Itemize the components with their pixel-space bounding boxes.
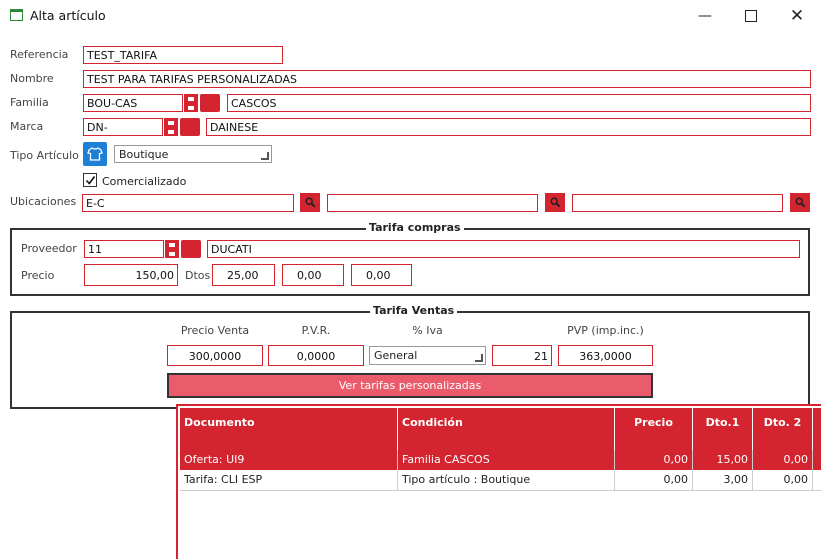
ubicacion-1-field[interactable]: E-C bbox=[82, 194, 294, 212]
ubicaciones-label: Ubicaciones bbox=[10, 195, 77, 208]
minimize-icon: — bbox=[698, 8, 712, 24]
search-icon bbox=[304, 197, 316, 208]
search-icon bbox=[794, 197, 806, 208]
check-icon bbox=[85, 175, 95, 185]
grid-cell-documento[interactable]: Oferta: UI9 bbox=[180, 450, 398, 470]
familia-code-field[interactable]: BOU-CAS bbox=[83, 94, 183, 112]
grid-header-dto2[interactable]: Dto. 2 bbox=[753, 408, 813, 450]
dto-3-field[interactable]: 0,00 bbox=[351, 264, 412, 286]
pvr-field[interactable]: 0,0000 bbox=[268, 345, 364, 366]
proveedor-desc-field[interactable]: DUCATI bbox=[207, 240, 800, 258]
dto-1-field[interactable]: 25,00 bbox=[212, 264, 275, 286]
tarifa-ventas-title: Tarifa Ventas bbox=[370, 304, 458, 317]
dto-2-field[interactable]: 0,00 bbox=[282, 264, 344, 286]
grid-header-precio[interactable]: Precio bbox=[615, 408, 693, 450]
dtos-label: Dtos bbox=[185, 269, 211, 282]
grid-cell-dto2[interactable]: 0,00 bbox=[753, 450, 813, 470]
dropdown-arrow-icon bbox=[475, 354, 483, 362]
iva-type-select[interactable]: General bbox=[369, 346, 486, 365]
window-title: Alta artículo bbox=[30, 8, 106, 23]
precio-venta-label: Precio Venta bbox=[180, 324, 250, 337]
ubicacion-1-search-button[interactable] bbox=[300, 193, 320, 212]
precio-compra-field[interactable]: 150,00 bbox=[84, 264, 178, 286]
referencia-label: Referencia bbox=[10, 48, 69, 61]
maximize-icon bbox=[745, 10, 757, 22]
grid-header-more bbox=[813, 408, 821, 450]
familia-label: Familia bbox=[10, 96, 49, 109]
precio-venta-field[interactable]: 300,0000 bbox=[167, 345, 263, 366]
ubicacion-3-field[interactable] bbox=[572, 194, 783, 212]
window-icon bbox=[10, 9, 23, 21]
iva-label: % Iva bbox=[412, 324, 443, 337]
comercializado-label: Comercializado bbox=[102, 175, 187, 188]
grid-cell-dto2[interactable]: 0,00 bbox=[753, 470, 813, 490]
familia-desc-field[interactable]: CASCOS bbox=[227, 94, 811, 112]
precio-compra-label: Precio bbox=[21, 269, 55, 282]
ver-tarifas-button[interactable]: Ver tarifas personalizadas bbox=[167, 373, 653, 398]
proveedor-code-field[interactable]: 11 bbox=[84, 240, 164, 258]
marca-label: Marca bbox=[10, 120, 44, 133]
marca-spinner[interactable] bbox=[164, 118, 178, 136]
proveedor-label: Proveedor bbox=[21, 242, 77, 255]
tarifa-compras-title: Tarifa compras bbox=[366, 221, 464, 234]
grid-header-documento[interactable]: Documento bbox=[180, 408, 398, 450]
proveedor-spinner[interactable] bbox=[165, 240, 179, 258]
marca-code-field[interactable]: DN- bbox=[83, 118, 163, 136]
tipo-articulo-button[interactable] bbox=[83, 142, 107, 166]
tipo-articulo-value: Boutique bbox=[119, 148, 169, 161]
grid-header-condicion[interactable]: Condición bbox=[398, 408, 615, 450]
iva-value-field[interactable]: 21 bbox=[492, 345, 552, 366]
grid-cell-condicion[interactable]: Tipo artículo : Boutique bbox=[398, 470, 615, 490]
maximize-button[interactable] bbox=[728, 4, 774, 28]
ubicacion-2-field[interactable] bbox=[327, 194, 538, 212]
iva-type-value: General bbox=[374, 349, 418, 362]
close-button[interactable]: ✕ bbox=[774, 4, 820, 28]
nombre-field[interactable]: TEST PARA TARIFAS PERSONALIZADAS bbox=[83, 70, 811, 88]
grid-cell-condicion[interactable]: Familia CASCOS bbox=[398, 450, 615, 470]
ubicacion-3-search-button[interactable] bbox=[790, 193, 810, 212]
grid-cell-precio[interactable]: 0,00 bbox=[615, 470, 693, 490]
grid-cell-dto1[interactable]: 15,00 bbox=[693, 450, 753, 470]
shirt-icon bbox=[87, 147, 103, 161]
familia-spinner[interactable] bbox=[184, 94, 198, 112]
comercializado-checkbox[interactable] bbox=[83, 173, 97, 187]
pvr-label: P.V.R. bbox=[301, 324, 331, 337]
search-icon bbox=[549, 197, 561, 208]
proveedor-lookup-button[interactable] bbox=[181, 240, 201, 258]
familia-lookup-button[interactable] bbox=[200, 94, 220, 112]
grid-header-dto1[interactable]: Dto.1 bbox=[693, 408, 753, 450]
pvp-label: PVP (imp.inc.) bbox=[567, 324, 644, 337]
grid-cell-precio[interactable]: 0,00 bbox=[615, 450, 693, 470]
grid-cell-documento[interactable]: Tarifa: CLI ESP bbox=[180, 470, 398, 490]
tipo-articulo-select[interactable]: Boutique bbox=[114, 145, 272, 163]
close-icon: ✕ bbox=[789, 6, 805, 26]
minimize-button[interactable]: — bbox=[682, 4, 728, 28]
nombre-label: Nombre bbox=[10, 72, 54, 85]
marca-desc-field[interactable]: DAINESE bbox=[206, 118, 811, 136]
tipo-articulo-label: Tipo Artículo bbox=[10, 149, 79, 162]
grid-cell-dto1[interactable]: 3,00 bbox=[693, 470, 753, 490]
ubicacion-2-search-button[interactable] bbox=[545, 193, 565, 212]
pvp-field[interactable]: 363,0000 bbox=[558, 345, 653, 366]
referencia-field[interactable]: TEST_TARIFA bbox=[83, 46, 283, 64]
marca-lookup-button[interactable] bbox=[180, 118, 200, 136]
dropdown-arrow-icon bbox=[261, 152, 269, 160]
